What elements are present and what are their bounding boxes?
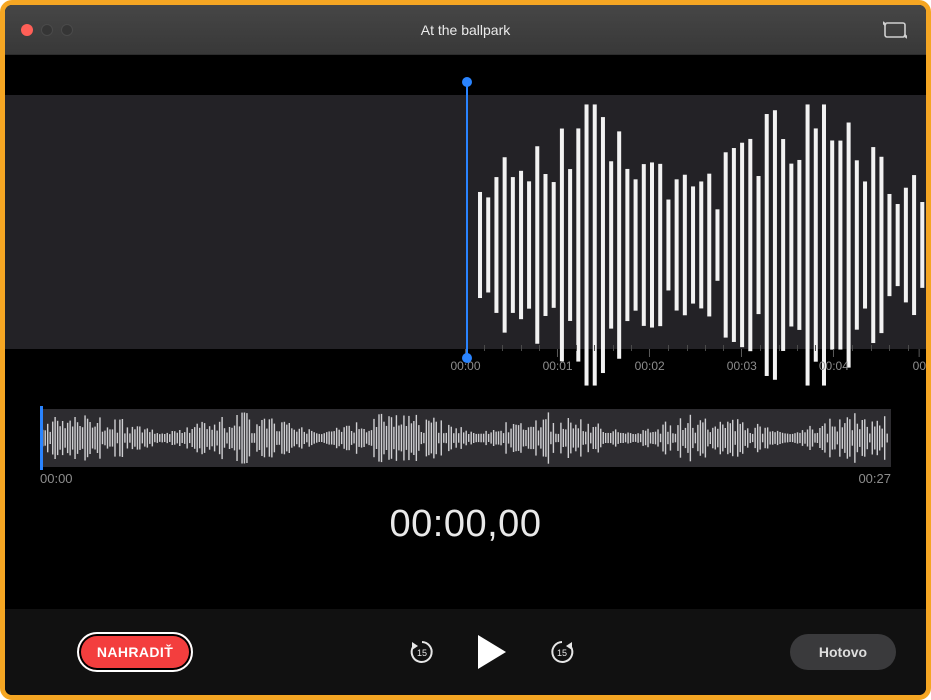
- overview-playhead[interactable]: [40, 406, 43, 470]
- timeline-tick: 00:01: [543, 349, 573, 373]
- skip-back-15-icon: 15: [408, 638, 436, 666]
- overview-end-time: 00:27: [858, 471, 891, 486]
- trim-button[interactable]: [878, 17, 912, 43]
- timeline-ticks: 00:0000:0100:0200:0300:0400: [466, 349, 927, 379]
- window-title: At the ballpark: [5, 22, 926, 38]
- app-window: At the ballpark 00:00 00:01 00:02 00:03 00:0…: [0, 0, 931, 700]
- timeline-tick: 00:04: [819, 349, 849, 373]
- svg-text:15: 15: [556, 648, 566, 658]
- record-replace-button[interactable]: NAHRADIŤ: [77, 632, 193, 672]
- waveform-overview[interactable]: [40, 409, 891, 467]
- overview-graphic: [40, 409, 891, 467]
- titlebar: At the ballpark: [5, 5, 926, 55]
- minimize-icon[interactable]: [41, 24, 53, 36]
- skip-forward-button[interactable]: 15: [548, 638, 576, 666]
- footer-controls: NAHRADIŤ 15 15: [5, 609, 926, 695]
- timeline-tick: 00:02: [635, 349, 665, 373]
- fullscreen-icon[interactable]: [61, 24, 73, 36]
- play-icon: [476, 633, 508, 671]
- done-button[interactable]: Hotovo: [790, 634, 896, 670]
- timeline-tick-clipped: 00: [913, 349, 926, 373]
- current-time-display: 00:00,00: [5, 503, 926, 546]
- timeline-tick: 00:03: [727, 349, 757, 373]
- play-button[interactable]: [474, 632, 510, 672]
- trim-icon: [883, 20, 907, 40]
- playhead[interactable]: [466, 83, 468, 357]
- skip-back-button[interactable]: 15: [408, 638, 436, 666]
- overview-start-time: 00:00: [40, 471, 73, 486]
- overview-labels: 00:00 00:27: [40, 471, 891, 489]
- svg-text:15: 15: [416, 648, 426, 658]
- close-icon[interactable]: [21, 24, 33, 36]
- waveform-main[interactable]: 00:0000:0100:0200:0300:0400: [5, 79, 926, 379]
- window-controls: [5, 24, 73, 36]
- skip-forward-15-icon: 15: [548, 638, 576, 666]
- transport-controls: 15 15: [213, 632, 770, 672]
